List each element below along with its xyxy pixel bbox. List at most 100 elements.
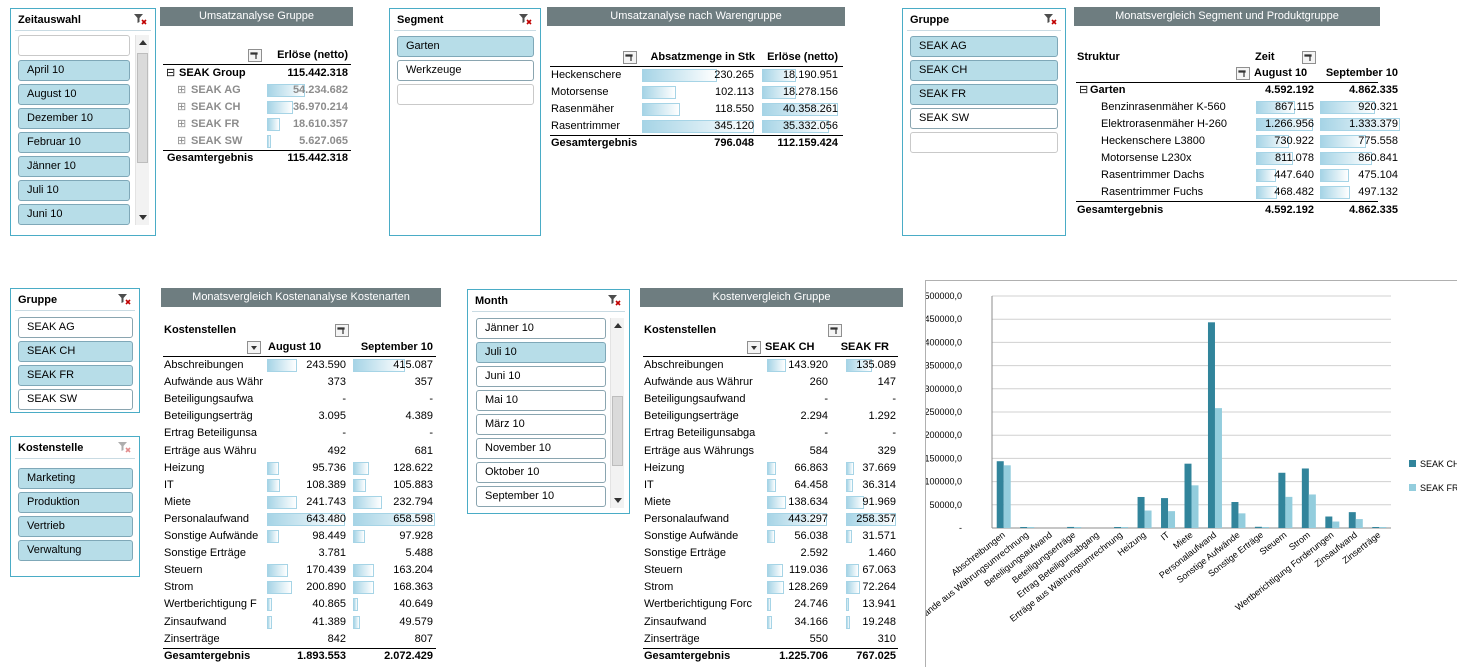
collapse-icon[interactable]: ⊟ [166, 65, 176, 82]
row-value: 34.166 [794, 615, 828, 628]
scroll-thumb[interactable] [137, 53, 148, 163]
slicer-item-oktober[interactable]: Oktober 10 [476, 462, 606, 483]
divider [907, 30, 1061, 31]
scroll-down-icon[interactable] [139, 215, 147, 220]
slicer-item-seak-sw[interactable]: SEAK SW [18, 389, 133, 410]
row-label: Sonstige Aufwände [644, 530, 739, 542]
filter-dropdown-icon[interactable] [335, 324, 349, 337]
table-row: Beteiligungsaufwa - - [163, 391, 443, 408]
row-value: 584 [809, 444, 828, 457]
clear-filter-icon[interactable] [1043, 12, 1057, 26]
chart-bar-seak-ch [1231, 501, 1239, 528]
legend-swatch [1409, 484, 1416, 491]
slicer-item-april[interactable]: April 10 [18, 60, 130, 81]
row-value: 492 [327, 444, 346, 457]
slicer-title: Zeitauswahl [18, 14, 81, 26]
subgroup-row[interactable]: ⊞ SEAK AG 54.234.682 [163, 82, 353, 99]
slicer-item-seak-fr[interactable]: SEAK FR [910, 84, 1058, 105]
row-value: 91.969 [862, 495, 896, 508]
slicer-item-produktion[interactable]: Produktion [18, 492, 133, 513]
group-row[interactable]: ⊟ Garten 4.592.192 4.862.335 [1076, 82, 1406, 99]
slicer-item-juni[interactable]: Juni 10 [18, 204, 130, 225]
chart-bar-seak-ch [1348, 512, 1356, 528]
clear-filter-icon[interactable] [117, 440, 131, 454]
slicer-item-verwaltung[interactable]: Verwaltung [18, 540, 133, 561]
legend-swatch [1409, 460, 1416, 467]
slicer-item-juli[interactable]: Juli 10 [18, 180, 130, 201]
slicer-item-maerz[interactable]: März 10 [476, 414, 606, 435]
slicer-item-blank[interactable] [18, 35, 130, 56]
slicer-item-juni[interactable]: Juni 10 [476, 366, 606, 387]
clear-filter-icon[interactable] [133, 12, 147, 26]
sort-dropdown-icon[interactable] [747, 341, 761, 354]
slicer-item-seak-sw[interactable]: SEAK SW [910, 108, 1058, 129]
slicer-item-marketing[interactable]: Marketing [18, 468, 133, 489]
scroll-up-icon[interactable] [139, 40, 147, 45]
filter-dropdown-icon[interactable] [1302, 51, 1316, 64]
row-label: Zinserträge [164, 632, 220, 645]
slicer-scrollbar[interactable] [610, 318, 624, 508]
clear-filter-icon[interactable] [607, 293, 621, 307]
slicer-item-jaenner[interactable]: Jänner 10 [18, 156, 130, 177]
sort-dropdown-icon[interactable] [247, 341, 261, 354]
slicer-item-seak-fr[interactable]: SEAK FR [18, 365, 133, 386]
slicer-item-vertrieb[interactable]: Vertrieb [18, 516, 133, 537]
subgroup-row[interactable]: ⊞ SEAK FR 18.610.357 [163, 116, 353, 133]
table-row: Strom 128.269 72.264 [643, 579, 903, 596]
row-label: SEAK AG [191, 84, 241, 96]
row-label: Aufwände aus Währ [164, 376, 264, 389]
collapse-icon[interactable]: ⊟ [1079, 82, 1089, 99]
filter-dropdown-icon[interactable] [623, 51, 637, 64]
cost-comparison-chart[interactable]: 500000,0 450000,0 400000,0 350000,0 300000,0… [906, 280, 1457, 667]
expand-icon[interactable]: ⊞ [177, 82, 187, 99]
subgroup-row[interactable]: ⊞ SEAK CH 36.970.214 [163, 99, 353, 116]
slicer-item-seak-ch[interactable]: SEAK CH [18, 341, 133, 362]
row-value: 67.063 [862, 564, 896, 577]
slicer-item-werkzeuge[interactable]: Werkzeuge [397, 60, 534, 81]
slicer-item-dezember[interactable]: Dezember 10 [18, 108, 130, 129]
chart-bar-seak-fr [1261, 527, 1269, 528]
chart-bar-seak-fr [1003, 465, 1011, 528]
table-row: Abschreibungen 143.920 135.089 [643, 357, 903, 374]
chart-bar-seak-fr [1355, 519, 1363, 528]
row-value: 230.265 [714, 69, 754, 81]
filter-dropdown-icon[interactable] [1236, 67, 1250, 80]
row-label: Miete [164, 495, 191, 508]
chart-bar-seak-ch [1184, 463, 1192, 528]
slicer-item-september[interactable]: September 10 [476, 486, 606, 507]
slicer-item-august[interactable]: August 10 [18, 84, 130, 105]
row-value: 730.922 [1274, 135, 1314, 147]
slicer-item-jaenner[interactable]: Jänner 10 [476, 318, 606, 339]
column-header: Kostenstellen [164, 324, 237, 336]
expand-icon[interactable]: ⊞ [177, 133, 187, 150]
row-label: Erträge aus Währu [164, 444, 257, 457]
slicer-item-februar[interactable]: Februar 10 [18, 132, 130, 153]
slicer-item-november[interactable]: November 10 [476, 438, 606, 459]
slicer-scrollbar[interactable] [135, 35, 149, 225]
slicer-item-seak-ag[interactable]: SEAK AG [18, 317, 133, 338]
row-label: Motorsense L230x [1101, 152, 1192, 164]
chart-bar-seak-ch [996, 461, 1004, 528]
slicer-item-garten[interactable]: Garten [397, 36, 534, 57]
expand-icon[interactable]: ⊞ [177, 99, 187, 116]
group-row[interactable]: ⊟ SEAK Group 115.442.318 [163, 65, 353, 82]
scroll-down-icon[interactable] [614, 498, 622, 503]
slicer-item-seak-ag[interactable]: SEAK AG [910, 36, 1058, 57]
row-value: 41.389 [312, 615, 346, 628]
clear-filter-icon[interactable] [518, 12, 532, 26]
scroll-up-icon[interactable] [614, 323, 622, 328]
filter-dropdown-icon[interactable] [828, 324, 842, 337]
expand-icon[interactable]: ⊞ [177, 116, 187, 133]
row-value: 37.669 [862, 461, 896, 474]
filter-dropdown-icon[interactable] [248, 49, 262, 62]
slicer-item-seak-ch[interactable]: SEAK CH [910, 60, 1058, 81]
row-value: 4.862.335 [1349, 84, 1398, 96]
slicer-item-juli[interactable]: Juli 10 [476, 342, 606, 363]
slicer-item-mai[interactable]: Mai 10 [476, 390, 606, 411]
slicer-item-blank[interactable] [910, 132, 1058, 153]
clear-filter-icon[interactable] [117, 292, 131, 306]
scroll-thumb[interactable] [612, 396, 623, 466]
slicer-item-blank[interactable] [397, 84, 534, 105]
subgroup-row[interactable]: ⊞ SEAK SW 5.627.065 [163, 133, 353, 150]
chart-bar-seak-fr [1379, 527, 1387, 528]
